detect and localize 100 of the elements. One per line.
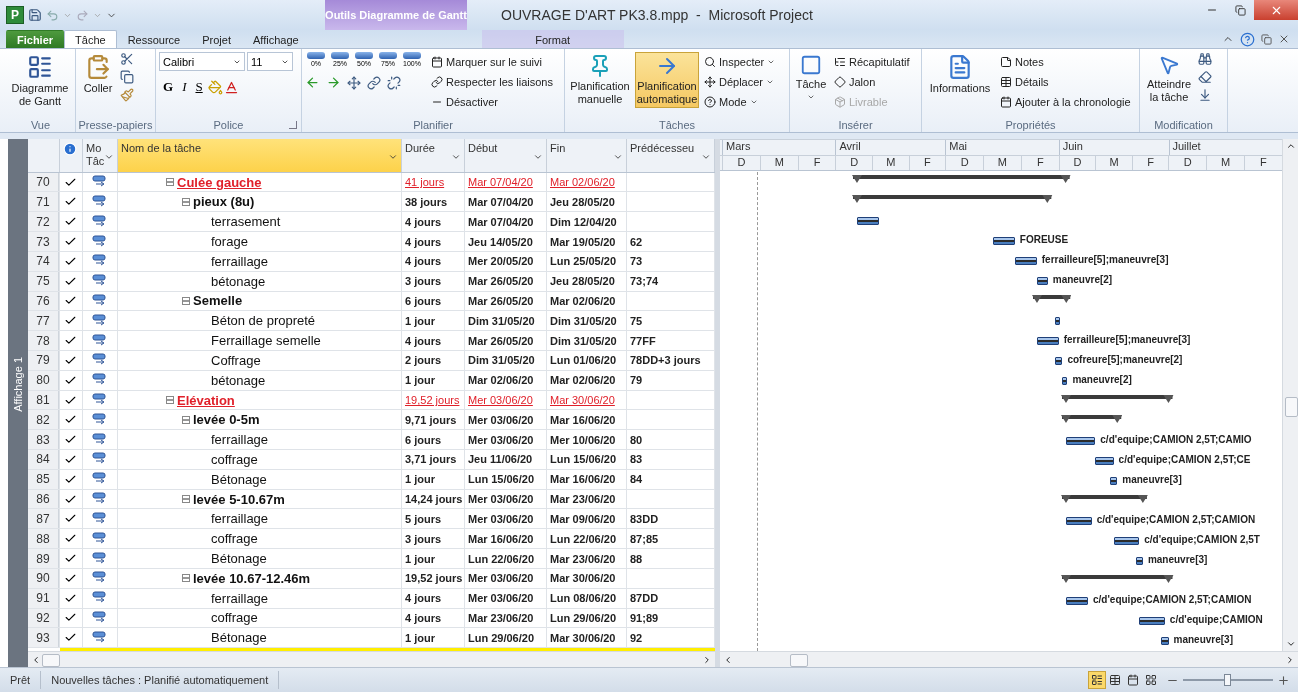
- underline-button[interactable]: S: [191, 77, 207, 97]
- command-button[interactable]: Déplacer: [702, 72, 778, 91]
- collapse-icon[interactable]: [182, 415, 190, 424]
- fill-color-icon[interactable]: [207, 79, 223, 95]
- scroll-right-icon[interactable]: [1285, 654, 1295, 665]
- task-name: coffrage: [211, 451, 258, 467]
- table-cell-text: 80: [629, 433, 643, 446]
- column-header[interactable]: Durée: [402, 139, 465, 172]
- fill-down-icon[interactable]: [1198, 88, 1212, 102]
- insert-task-button[interactable]: Tâche: [793, 52, 829, 103]
- ribbon-tab[interactable]: Tâche: [64, 30, 117, 48]
- go-to-task-button[interactable]: Atteindre la tâche: [1143, 52, 1195, 106]
- command-button[interactable]: Désactiver: [429, 92, 555, 111]
- close-icon[interactable]: [1278, 33, 1290, 45]
- paste-button[interactable]: Coller: [79, 52, 117, 97]
- scrollbar-thumb[interactable]: [1285, 397, 1298, 417]
- command-button[interactable]: Récapitulatif: [832, 52, 912, 71]
- italic-button[interactable]: I: [178, 77, 191, 97]
- timescale-month: Mars: [722, 140, 836, 155]
- task-bar: [1066, 597, 1088, 605]
- collapse-icon[interactable]: [182, 495, 190, 504]
- scrollbar-thumb[interactable]: [42, 654, 60, 668]
- summary-bar: [1061, 415, 1123, 425]
- horizontal-scrollbar[interactable]: [28, 651, 715, 667]
- eraser-icon[interactable]: [1198, 70, 1212, 84]
- status-text: Prêt: [0, 671, 42, 689]
- column-header[interactable]: Fin: [547, 139, 627, 172]
- outdent-icon[interactable]: [305, 75, 320, 90]
- split-icon[interactable]: [347, 75, 361, 90]
- timescale-unit: D: [945, 155, 984, 170]
- command-button[interactable]: Marquer sur le suivi: [429, 52, 555, 71]
- copy-icon[interactable]: [120, 70, 134, 84]
- scroll-left-icon[interactable]: [31, 654, 41, 665]
- scroll-right-icon[interactable]: [702, 654, 712, 665]
- task-name: coffrage: [211, 531, 258, 547]
- scrollbar-thumb[interactable]: [790, 654, 808, 667]
- table-cell-text: 91;89: [629, 611, 659, 624]
- resource-label: c/d'equipe;CAMION 2,5T;CAMION: [1093, 594, 1252, 605]
- indent-icon[interactable]: [326, 75, 341, 90]
- font-size-select[interactable]: 11: [247, 52, 293, 71]
- zoom-in-icon[interactable]: [1277, 673, 1290, 687]
- font-name-select[interactable]: Calibri: [159, 52, 245, 71]
- dialog-launcher-icon[interactable]: [289, 121, 297, 129]
- collapse-icon[interactable]: [182, 197, 190, 206]
- document-icon: [947, 54, 973, 80]
- paintbrush-icon[interactable]: [120, 88, 134, 102]
- collapse-icon[interactable]: [166, 396, 174, 404]
- table-cell-text: Mar 07/04/20: [467, 176, 533, 189]
- binoculars-icon[interactable]: [1198, 52, 1212, 66]
- redo-icon[interactable]: [76, 8, 89, 22]
- view-shortcut-button[interactable]: [1088, 671, 1106, 689]
- schedule-mode-button[interactable]: Planification automatique: [635, 52, 699, 108]
- command-button[interactable]: Inspecter: [702, 52, 778, 71]
- horizontal-scrollbar[interactable]: [720, 651, 1298, 667]
- collapse-icon[interactable]: [182, 296, 190, 305]
- column-header[interactable]: Nom de la tâche: [118, 139, 402, 172]
- command-button[interactable]: Jalon: [832, 72, 912, 91]
- task-bar: [1113, 537, 1140, 545]
- command-button[interactable]: Ajouter à la chronologie: [998, 92, 1133, 111]
- collapse-icon[interactable]: [182, 574, 190, 583]
- ribbon-tab[interactable]: Affichage: [242, 30, 310, 48]
- scroll-up-icon[interactable]: [1285, 141, 1296, 151]
- details-icon: [1000, 75, 1012, 88]
- column-header[interactable]: Début: [465, 139, 547, 172]
- unlink-icon[interactable]: [387, 75, 401, 90]
- scroll-left-icon[interactable]: [723, 654, 733, 665]
- close-button[interactable]: [1254, 0, 1298, 20]
- information-button[interactable]: Informations: [925, 52, 995, 97]
- command-button[interactable]: Mode: [702, 92, 778, 111]
- collapse-icon[interactable]: [166, 178, 174, 187]
- row-number: 83: [28, 430, 59, 450]
- ribbon-tab[interactable]: Ressource: [116, 30, 192, 48]
- ribbon-tab[interactable]: Projet: [191, 30, 242, 48]
- command-button[interactable]: Notes: [998, 52, 1133, 71]
- save-icon[interactable]: [28, 8, 42, 22]
- timescale-month: Mai: [945, 140, 1059, 155]
- resource-label: c/d'equipe;CAMION: [1169, 614, 1263, 625]
- command-button[interactable]: Détails: [998, 72, 1133, 91]
- table-cell-text: Mer 03/06/20: [467, 394, 533, 406]
- slider-thumb[interactable]: [1224, 674, 1231, 686]
- summary-bar: [1031, 295, 1071, 305]
- ribbon-tab[interactable]: Fichier: [6, 30, 65, 48]
- table-cell-text: Jeu 28/05/20: [549, 275, 615, 288]
- task-bar: [1095, 457, 1114, 465]
- schedule-mode-button[interactable]: Planification manuelle: [568, 52, 632, 108]
- table-cell-text: Mer 10/06/20: [549, 433, 616, 446]
- cut-icon[interactable]: [120, 52, 134, 66]
- task-bar: [1036, 277, 1048, 285]
- font-color-icon[interactable]: [223, 79, 239, 95]
- table-cell-text: 2 jours: [404, 354, 442, 367]
- restore-icon[interactable]: [1261, 33, 1272, 45]
- help-icon[interactable]: [1240, 31, 1255, 47]
- bold-button[interactable]: G: [159, 77, 178, 97]
- vertical-scrollbar[interactable]: [1282, 139, 1298, 651]
- link-icon[interactable]: [367, 75, 381, 90]
- task-bar: [1062, 377, 1068, 385]
- scroll-down-icon[interactable]: [1285, 639, 1296, 649]
- command-button[interactable]: Respecter les liaisons: [429, 72, 555, 91]
- table-cell-text: Lun 15/06/20: [467, 473, 535, 486]
- gantt-chart-button[interactable]: Diagramme de Gantt: [9, 52, 71, 110]
